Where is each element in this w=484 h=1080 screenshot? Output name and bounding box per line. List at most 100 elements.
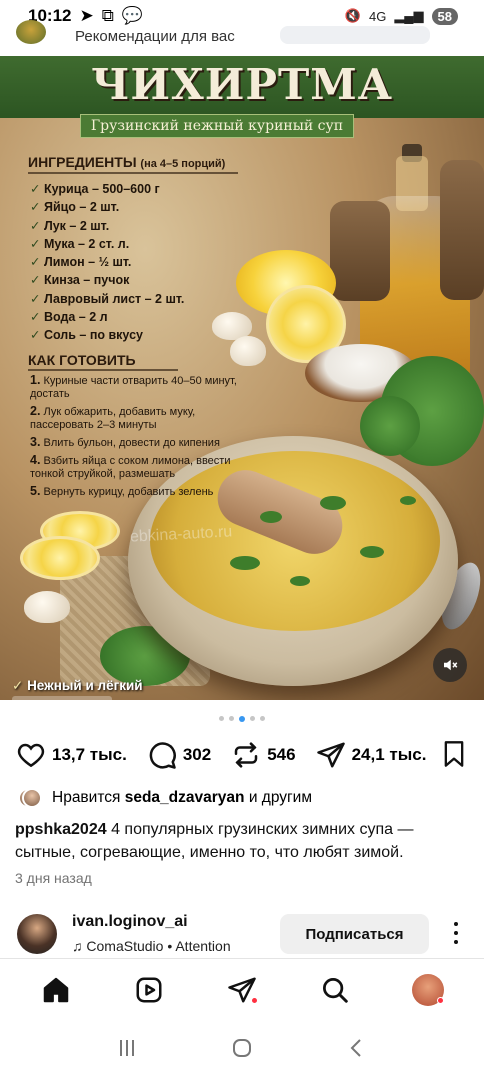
step-number: 4. <box>30 453 41 467</box>
pepper-grinder <box>440 160 484 300</box>
title-banner: ЧИХИРТМА <box>0 56 484 118</box>
repost-button[interactable]: 546 <box>231 740 296 770</box>
step-text: Влить бульон, довести до кипения <box>43 437 220 449</box>
ingredient-item: Вода – 2 л <box>30 308 230 326</box>
battery-badge: 58 <box>431 7 458 25</box>
step-item: 2. Лук обжарить, добавить муку, пассеров… <box>30 405 260 432</box>
carousel-dot <box>250 716 255 721</box>
ingredients-list: Курица – 500–600 г Яйцо – 2 шт. Лук – 2 … <box>30 180 230 345</box>
ingredient-item: Лук – 2 шт. <box>30 217 230 235</box>
carousel-dot <box>229 716 234 721</box>
parsley <box>360 396 420 456</box>
chat-icon: 💬 <box>121 6 144 25</box>
herb <box>290 576 310 586</box>
bottom-navigation <box>0 958 484 1020</box>
ingredient-item: Курица – 500–600 г <box>30 180 230 198</box>
recipe-title: ЧИХИРТМА <box>91 60 393 109</box>
home-circle-icon <box>232 1038 251 1057</box>
avatar[interactable] <box>16 20 46 44</box>
post-actions: 13,7 тыс. 302 546 24,1 тыс. <box>16 737 468 773</box>
ingredient-item: Яйцо – 2 шт. <box>30 198 230 216</box>
post-timestamp: 3 дня назад <box>15 870 92 886</box>
step-text: Вернуть курицу, добавить зелень <box>43 486 214 498</box>
nav-search[interactable] <box>315 970 355 1010</box>
bottom-tag-cut <box>12 696 112 700</box>
herb <box>230 556 260 570</box>
home-icon <box>44 977 69 1002</box>
repost-icon <box>234 742 258 768</box>
liked-by-user[interactable]: seda_dzavaryan <box>125 789 245 806</box>
liked-by-prefix: Нравится <box>52 789 121 806</box>
step-number: 1. <box>30 373 41 387</box>
avatar[interactable] <box>17 914 57 954</box>
herb <box>400 496 416 505</box>
nav-home[interactable] <box>36 970 76 1010</box>
ingredient-item: Лимон – ½ шт. <box>30 253 230 271</box>
carousel-dot <box>219 716 224 721</box>
step-item: 5. Вернуть курицу, добавить зелень <box>30 485 260 499</box>
like-button[interactable]: 13,7 тыс. <box>16 740 127 770</box>
step-text: Куриные части отварить 40–50 минут, дост… <box>30 375 237 400</box>
telegram-icon: ➤ <box>79 6 94 25</box>
comment-icon <box>149 742 176 769</box>
music-label: ComaStudio • Attention <box>86 938 231 954</box>
more-dot <box>454 922 458 926</box>
divider <box>28 172 238 174</box>
herb <box>360 546 384 558</box>
step-item: 1. Куриные части отварить 40–50 минут, д… <box>30 374 260 401</box>
mute-icon <box>444 659 458 671</box>
next-post-header: ivan.loginov_ai ♫ ComaStudio • Attention… <box>0 906 484 958</box>
post-image[interactable]: ЧИХИРТМА Грузинский нежный куриный суп И… <box>0 56 484 700</box>
bookmark-icon <box>444 741 464 767</box>
save-button[interactable] <box>440 740 468 773</box>
search-icon <box>322 977 348 1003</box>
recommendations-label: Рекомендации для вас <box>75 28 235 45</box>
system-navigation <box>0 1020 484 1080</box>
ingredient-item: Соль – по вкусу <box>30 326 230 344</box>
share-button[interactable]: 24,1 тыс. <box>316 740 426 770</box>
home-system-button[interactable] <box>230 1036 254 1065</box>
more-dot <box>454 931 458 935</box>
garlic <box>230 336 266 366</box>
nav-profile[interactable] <box>408 970 448 1010</box>
follow-button[interactable]: Подписаться <box>280 914 429 954</box>
caption: ppshka2024 4 популярных грузинских зимни… <box>15 818 465 864</box>
liked-by[interactable]: Нравится seda_dzavaryan и другим <box>18 788 312 808</box>
step-text: Лук обжарить, добавить муку, пассеровать… <box>30 406 196 431</box>
recent-apps-button[interactable] <box>115 1036 139 1065</box>
follow-pill[interactable] <box>280 26 430 44</box>
back-button[interactable] <box>345 1036 369 1065</box>
network-label: 4G <box>368 8 387 24</box>
herb <box>260 511 282 523</box>
more-options-button[interactable] <box>447 918 465 948</box>
step-item: 4. Взбить яйца с соком лимона, ввести то… <box>30 454 260 481</box>
caption-username[interactable]: ppshka2024 <box>15 821 107 838</box>
more-dot <box>454 940 458 944</box>
comment-button[interactable]: 302 <box>147 740 211 770</box>
feed-header: Рекомендации для вас <box>0 20 484 50</box>
ingredient-item: Кинза – пучок <box>30 271 230 289</box>
send-icon <box>316 742 345 768</box>
nav-direct[interactable] <box>222 970 262 1010</box>
divider <box>28 369 178 371</box>
avatar <box>22 788 42 808</box>
mute-status-icon: 🔇 <box>344 8 361 23</box>
step-number: 2. <box>30 404 41 418</box>
nav-reels[interactable] <box>129 970 169 1010</box>
mute-button[interactable] <box>433 648 467 682</box>
steps-list: 1. Куриные части отварить 40–50 минут, д… <box>30 374 260 503</box>
music-info[interactable]: ♫ ComaStudio • Attention <box>72 938 231 954</box>
carousel-dot <box>239 716 245 722</box>
garlic <box>24 591 70 623</box>
step-number: 3. <box>30 435 41 449</box>
notification-dot <box>436 996 444 1004</box>
repost-count: 546 <box>267 745 296 764</box>
next-post-username[interactable]: ivan.loginov_ai <box>72 913 188 931</box>
step-number: 5. <box>30 484 41 498</box>
like-count: 13,7 тыс. <box>52 745 127 764</box>
ingredients-heading: ИНГРЕДИЕНТЫ (на 4–5 порций) <box>28 154 225 170</box>
lemon-slice <box>20 536 100 580</box>
ingredient-item: Лавровый лист – 2 шт. <box>30 290 230 308</box>
screenshot-icon: ⧉ <box>101 6 114 25</box>
ingredient-item: Мука – 2 ст. л. <box>30 235 230 253</box>
